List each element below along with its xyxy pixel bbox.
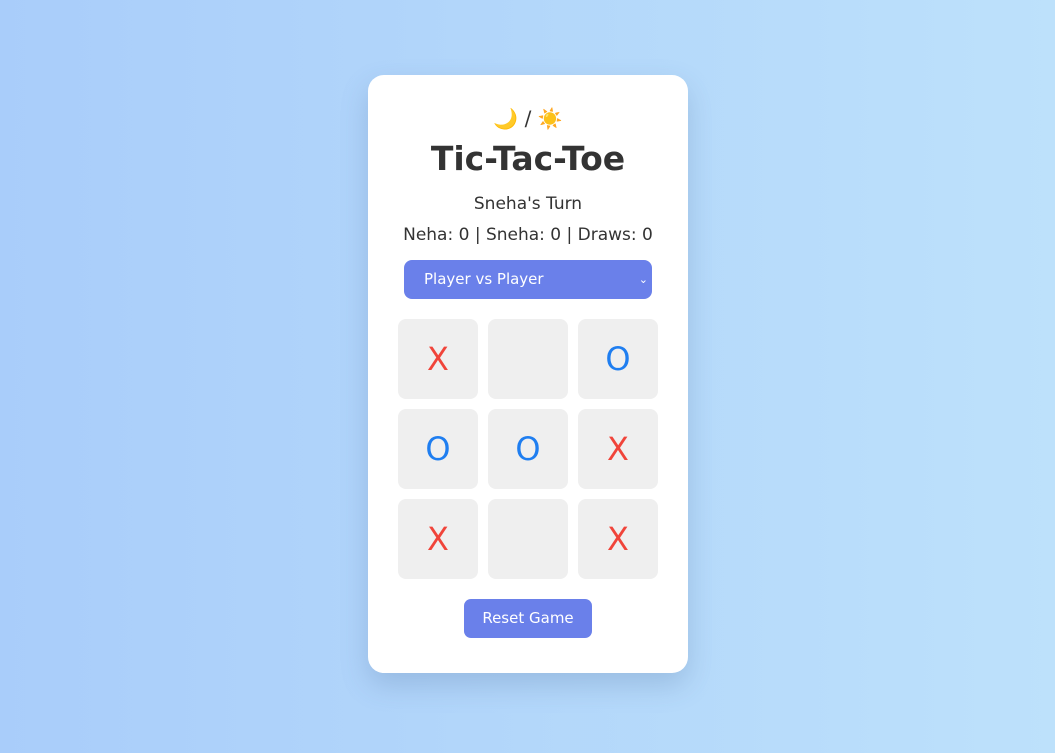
game-mode-selected-value: Player vs Player (424, 270, 544, 288)
chevron-down-icon: ⌄ (638, 273, 648, 286)
theme-toggle-button[interactable]: 🌙 / ☀️ (368, 105, 688, 131)
board-cell[interactable]: X (398, 319, 478, 399)
reset-game-button[interactable]: Reset Game (464, 599, 592, 638)
board-cell[interactable]: O (578, 319, 658, 399)
board-cell[interactable]: O (488, 409, 568, 489)
board-cell[interactable] (488, 499, 568, 579)
turn-status: Sneha's Turn (473, 194, 583, 214)
score-board: Neha: 0 | Sneha: 0 | Draws: 0 (403, 225, 653, 245)
page-title: Tic-Tac-Toe (430, 139, 626, 178)
board-cell[interactable]: O (398, 409, 478, 489)
board-cell[interactable]: X (398, 499, 478, 579)
game-mode-select[interactable]: Player vs Player ⌄ (404, 260, 652, 299)
theme-toggle-separator: / (524, 106, 532, 131)
board-cell[interactable] (488, 319, 568, 399)
game-board: X O O O X X X (398, 319, 658, 579)
board-cell[interactable]: X (578, 409, 658, 489)
moon-icon: 🌙 (493, 106, 519, 131)
board-cell[interactable]: X (578, 499, 658, 579)
game-card: 🌙 / ☀️ Tic-Tac-Toe Sneha's Turn Neha: 0 … (368, 75, 688, 673)
sun-icon: ☀️ (537, 106, 563, 131)
